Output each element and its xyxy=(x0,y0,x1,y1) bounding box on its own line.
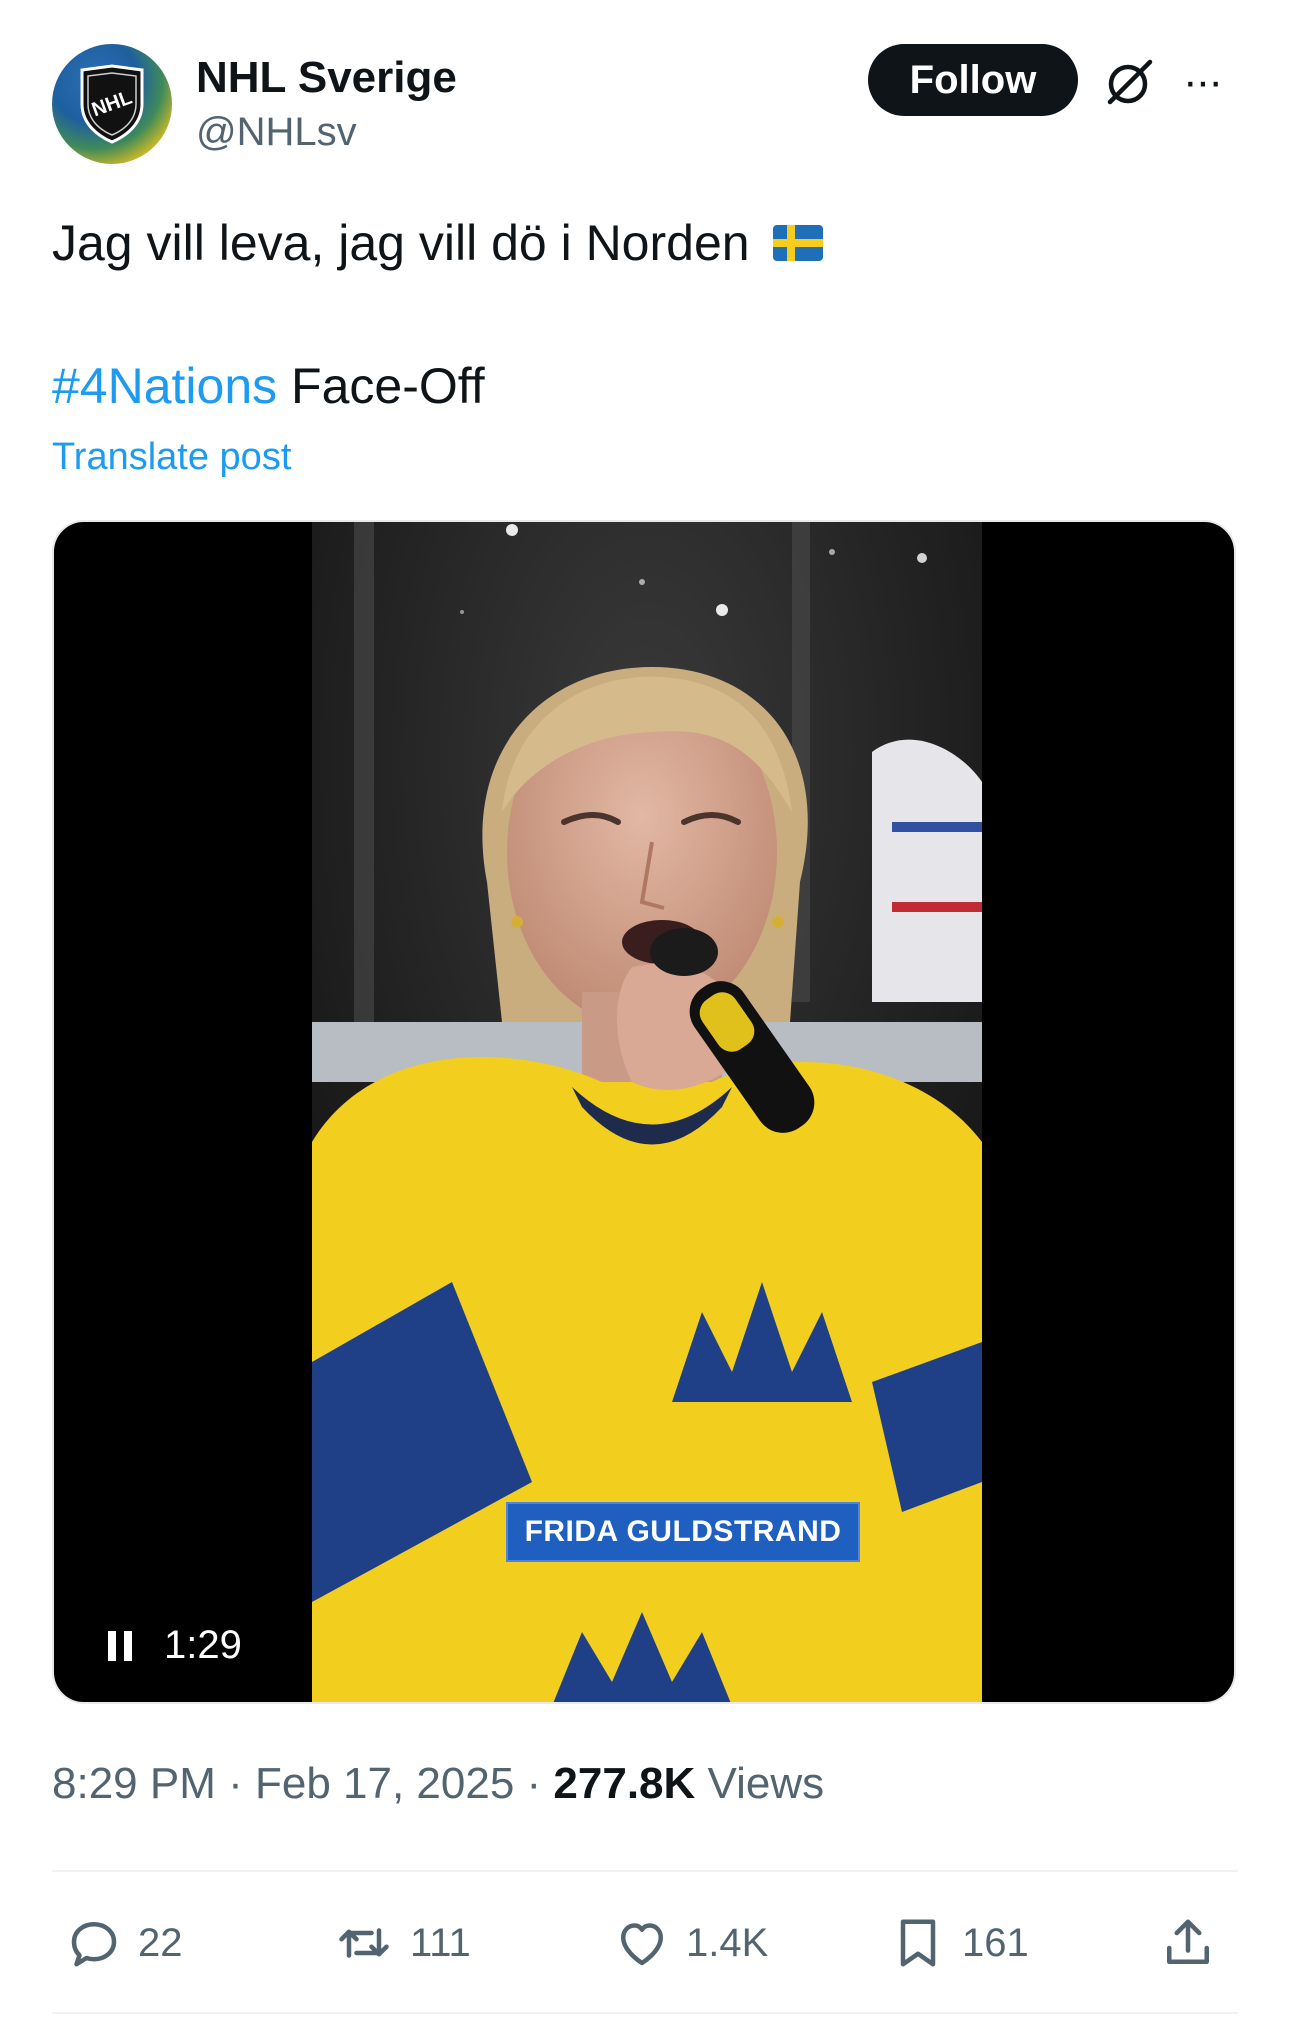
repost-count: 111 xyxy=(410,1920,471,1965)
views-count[interactable]: 277.8K xyxy=(553,1759,695,1808)
reply-button[interactable]: 22 xyxy=(64,1908,183,1978)
like-button[interactable]: 1.4K xyxy=(612,1908,768,1978)
post-header: NHL NHL Sverige @NHLsv Follow ··· xyxy=(52,44,1238,174)
repost-icon xyxy=(339,1928,389,1958)
bookmark-button[interactable]: 161 xyxy=(888,1908,1029,1978)
meta-separator: · xyxy=(215,1759,255,1808)
lower-third-banner: FRIDA GULDSTRAND xyxy=(506,1502,860,1562)
post-text: Jag vill leva, jag vill dö i Norden xyxy=(52,212,824,274)
reply-icon xyxy=(71,1922,117,1967)
bookmark-icon xyxy=(900,1919,936,1967)
bookmark-count: 161 xyxy=(962,1920,1029,1965)
video-player[interactable]: FRIDA GULDSTRAND 1:29 xyxy=(52,520,1236,1704)
lower-third-text: FRIDA GULDSTRAND xyxy=(524,1515,842,1548)
post-time[interactable]: 8:29 PM xyxy=(52,1759,216,1808)
post-date[interactable]: Feb 17, 2025 xyxy=(255,1759,514,1808)
avatar[interactable]: NHL xyxy=(52,44,172,164)
follow-button[interactable]: Follow xyxy=(868,44,1078,116)
swedish-flag-icon xyxy=(773,224,824,261)
reply-count: 22 xyxy=(138,1920,183,1965)
pause-icon[interactable] xyxy=(106,1629,136,1663)
hashtag-suffix: Face-Off xyxy=(277,358,485,414)
like-count: 1.4K xyxy=(686,1920,769,1965)
share-icon xyxy=(1167,1919,1209,1964)
views-label: Views xyxy=(695,1759,825,1808)
author-names: NHL Sverige @NHLsv xyxy=(196,50,457,158)
video-time-remaining: 1:29 xyxy=(164,1623,242,1667)
nhl-shield-logo-icon: NHL xyxy=(80,64,144,144)
translate-post-link[interactable]: Translate post xyxy=(52,432,291,482)
grok-icon[interactable] xyxy=(1104,56,1156,108)
divider xyxy=(52,2012,1238,2014)
video-frame[interactable]: FRIDA GULDSTRAND xyxy=(312,522,982,1702)
post-text-body: Jag vill leva, jag vill dö i Norden xyxy=(52,215,750,271)
handle[interactable]: @NHLsv xyxy=(196,106,457,158)
more-options-icon[interactable]: ··· xyxy=(1176,60,1228,104)
hashtag-line: #4Nations Face-Off xyxy=(52,355,485,417)
heart-icon xyxy=(621,1923,663,1966)
meta-separator: · xyxy=(514,1759,554,1808)
display-name[interactable]: NHL Sverige xyxy=(196,50,457,106)
divider xyxy=(52,1870,1238,1872)
post-meta: 8:29 PM · Feb 17, 2025 · 277.8K Views xyxy=(52,1756,824,1812)
share-button[interactable] xyxy=(1158,1908,1232,1978)
action-bar: 22 111 1.4K 161 xyxy=(52,1908,1238,1978)
repost-button[interactable]: 111 xyxy=(332,1908,471,1978)
hashtag-link[interactable]: #4Nations xyxy=(52,358,277,414)
